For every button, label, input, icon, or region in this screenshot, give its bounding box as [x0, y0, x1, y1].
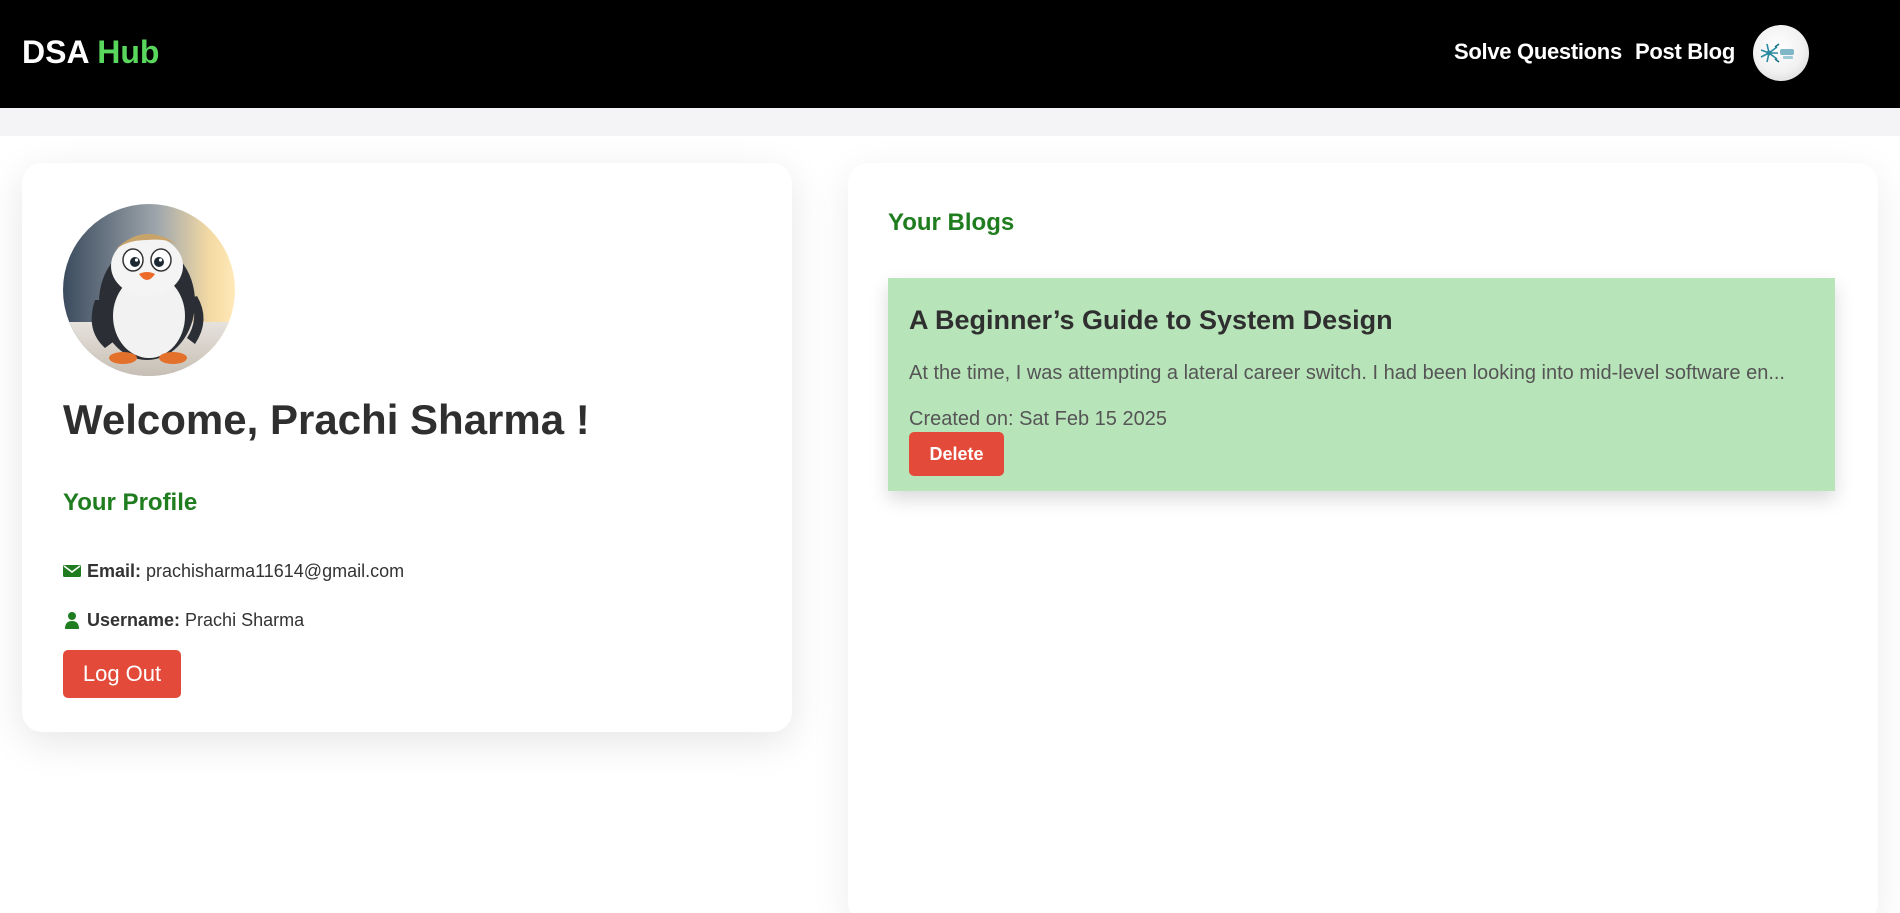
email-label: Email: [87, 561, 142, 581]
profile-avatar [63, 204, 235, 376]
penguin-avatar-icon [63, 204, 235, 376]
user-avatar[interactable] [1753, 25, 1809, 81]
brand-prefix: DSA [22, 34, 89, 70]
avatar-logo-icon [1760, 43, 1794, 63]
top-navbar: DSA Hub Solve Questions Post Blog [0, 0, 1900, 108]
nav-solve-questions[interactable]: Solve Questions [1454, 38, 1622, 66]
blog-excerpt: At the time, I was attempting a lateral … [909, 362, 1785, 384]
username-label: Username: [87, 610, 181, 630]
brand-suffix: Hub [97, 34, 160, 70]
nav-post-blog[interactable]: Post Blog [1635, 38, 1735, 66]
user-icon [63, 611, 81, 629]
profile-section-title: Your Profile [63, 489, 198, 516]
blogs-card [848, 163, 1878, 913]
email-row: Email: prachisharma11614@gmail.com [63, 559, 404, 583]
username-value: Prachi Sharma [185, 610, 305, 630]
delete-blog-button[interactable]: Delete [909, 432, 1004, 476]
blogs-section-title: Your Blogs [888, 209, 1015, 236]
username-row: Username: Prachi Sharma [63, 608, 304, 632]
blog-created-date: Created on: Sat Feb 15 2025 [909, 408, 1167, 430]
email-value: prachisharma11614@gmail.com [146, 561, 405, 581]
envelope-icon [63, 562, 81, 580]
logout-button[interactable]: Log Out [63, 650, 181, 698]
blog-title[interactable]: A Beginner’s Guide to System Design [909, 303, 1393, 337]
brand-logo[interactable]: DSA Hub [22, 32, 159, 72]
welcome-heading: Welcome, Prachi Sharma ! [63, 396, 590, 443]
